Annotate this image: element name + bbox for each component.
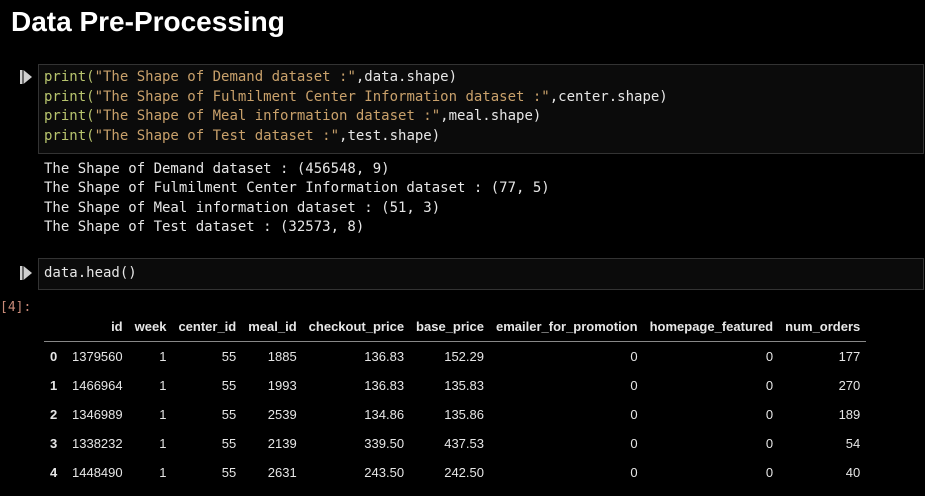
table-cell: 136.83 <box>364 349 405 364</box>
table-cell: 1 <box>159 378 167 393</box>
table-row: 3 1338232 1 55 2139 339.50 437.53 0 0 54 <box>44 429 866 458</box>
table-cell: 1379560 <box>72 349 123 364</box>
table-cell: 135.83 <box>444 378 484 393</box>
table-row: 0 1379560 1 55 1885 136.83 152.29 0 0 177 <box>44 342 866 372</box>
table-cell: 0 <box>630 378 638 393</box>
code-cell-2[interactable]: data.head() <box>38 258 924 290</box>
table-cell: 0 <box>765 465 774 480</box>
code-line: print("The Shape of Test dataset :",test… <box>39 127 923 147</box>
code-string: "The Shape of Meal information dataset :… <box>94 108 441 124</box>
table-cell: 242.50 <box>444 465 484 480</box>
code-args: ,data.shape) <box>355 69 458 85</box>
output-line: The Shape of Test dataset : (32573, 8) <box>44 219 365 236</box>
column-header: id <box>111 318 123 334</box>
table-cell: 1338232 <box>72 436 123 451</box>
code-string: "The Shape of Fulmilment Center Informat… <box>94 88 550 105</box>
table-cell: 2139 <box>267 436 297 451</box>
column-header: week <box>134 318 167 334</box>
cell-1-output: The Shape of Demand dataset : (456548, 9… <box>44 160 550 238</box>
code-string: "The Shape of Demand dataset :" <box>94 69 356 85</box>
table-cell: 437.53 <box>444 436 484 451</box>
dataframe-table: id week center_id meal_id checkout_price base… <box>44 311 867 487</box>
column-header: num_orders <box>785 318 861 334</box>
table-cell: 2539 <box>267 407 297 422</box>
code-function: print( <box>44 108 95 124</box>
column-header: emailer_for_promotion <box>495 318 638 334</box>
table-cell: 1 <box>159 349 167 364</box>
table-cell: 1993 <box>267 378 297 393</box>
code-line: data.head() <box>44 265 137 281</box>
code-line: print("The Shape of Meal information dat… <box>39 107 923 127</box>
run-cell-icon[interactable] <box>20 70 32 84</box>
column-header: checkout_price <box>308 318 405 334</box>
table-cell: 1 <box>159 465 167 480</box>
row-index: 2 <box>50 407 58 422</box>
table-cell: 134.86 <box>364 407 405 422</box>
table-cell: 1448490 <box>72 465 123 480</box>
table-cell: 55 <box>221 349 237 364</box>
table-cell: 189 <box>838 407 861 422</box>
table-cell: 0 <box>765 436 774 451</box>
table-cell: 177 <box>838 349 861 364</box>
table-cell: 270 <box>838 378 861 393</box>
table-cell: 1885 <box>267 349 297 364</box>
table-cell: 0 <box>765 349 774 364</box>
code-cell-1[interactable]: print("The Shape of Demand dataset :",da… <box>38 64 924 154</box>
table-cell: 0 <box>630 465 638 480</box>
table-cell: 243.50 <box>364 465 405 480</box>
table-row: 4 1448490 1 55 2631 243.50 242.50 0 0 40 <box>44 458 866 487</box>
code-args: ,center.shape) <box>549 88 668 105</box>
row-index: 3 <box>50 436 58 451</box>
table-cell: 136.83 <box>364 378 405 393</box>
run-cell-icon[interactable] <box>20 266 32 280</box>
column-header: center_id <box>178 318 237 334</box>
column-header <box>44 311 66 342</box>
table-cell: 2631 <box>267 465 297 480</box>
table-row: 2 1346989 1 55 2539 134.86 135.86 0 0 189 <box>44 400 866 429</box>
table-cell: 0 <box>630 436 638 451</box>
table-cell: 40 <box>845 465 861 480</box>
table-cell: 135.86 <box>444 407 484 422</box>
code-string: "The Shape of Test dataset :" <box>94 127 340 144</box>
row-index: 4 <box>50 465 58 480</box>
table-cell: 1346989 <box>72 407 123 422</box>
table-header-row: id week center_id meal_id checkout_price base… <box>44 311 867 342</box>
column-header: base_price <box>416 318 484 334</box>
column-header: meal_id <box>248 318 297 334</box>
output-line: The Shape of Demand dataset : (456548, 9… <box>44 161 390 177</box>
table-cell: 55 <box>221 407 237 422</box>
code-function: print( <box>44 88 95 105</box>
table-cell: 54 <box>845 436 861 451</box>
table-cell: 0 <box>765 407 774 422</box>
code-args: ,test.shape) <box>339 127 441 144</box>
table-cell: 0 <box>630 349 638 364</box>
table-cell: 152.29 <box>444 349 484 364</box>
output-prompt: [4]: <box>0 300 32 315</box>
row-index: 1 <box>50 378 58 393</box>
code-args: ,meal.shape) <box>440 108 542 124</box>
table-cell: 0 <box>765 378 774 393</box>
code-line: print("The Shape of Fulmilment Center In… <box>39 88 923 108</box>
column-header: homepage_featured <box>649 318 774 334</box>
code-line: print("The Shape of Demand dataset :",da… <box>39 68 923 88</box>
table-cell: 1 <box>159 407 167 422</box>
table-row: 1 1466964 1 55 1993 136.83 135.83 0 0 270 <box>44 371 866 400</box>
table-cell: 339.50 <box>364 436 405 451</box>
table-cell: 55 <box>221 436 237 451</box>
output-line: The Shape of Meal information dataset : … <box>44 199 441 216</box>
row-index: 0 <box>50 349 58 364</box>
code-function: print( <box>44 127 95 144</box>
table-cell: 1466964 <box>72 378 123 393</box>
table-cell: 1 <box>159 436 167 451</box>
code-function: print( <box>44 69 95 85</box>
table-cell: 55 <box>221 378 237 393</box>
table-cell: 0 <box>630 407 638 422</box>
section-heading: Data Pre-Processing <box>11 6 285 37</box>
table-cell: 55 <box>221 465 237 480</box>
output-line: The Shape of Fulmilment Center Informati… <box>44 180 550 197</box>
